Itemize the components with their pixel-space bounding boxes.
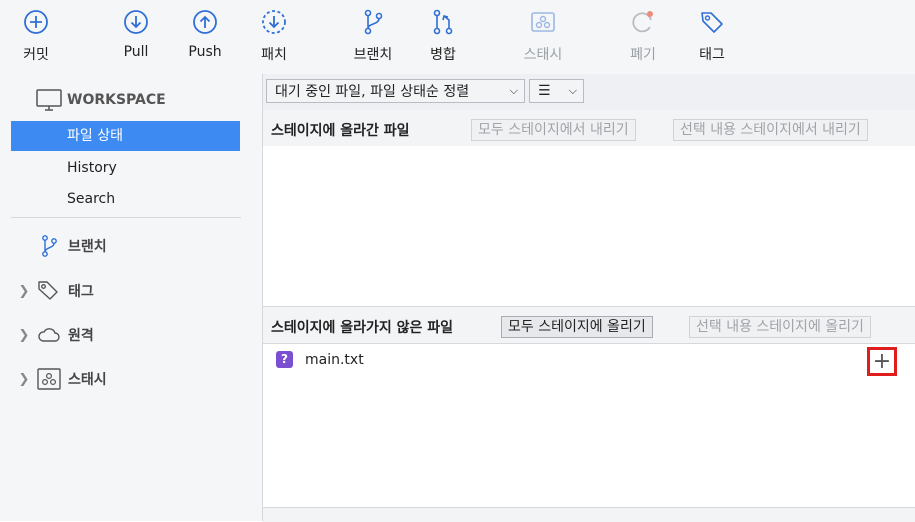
staged-file-list <box>263 146 915 306</box>
staged-section-header: 스테이지에 올라간 파일 모두 스테이지에서 내리기 선택 내용 스테이지에서 … <box>263 110 915 147</box>
branch-icon <box>42 235 57 257</box>
commit-label: 커밋 <box>23 47 49 63</box>
workspace-label: WORKSPACE <box>67 92 166 108</box>
unstage-selected-button[interactable]: 선택 내용 스테이지에서 내리기 <box>673 119 868 141</box>
toolbar: 커밋 Pull Push 패치 브랜치 병합 스태시 폐기 태그 <box>0 0 915 75</box>
workspace-header: WORKSPACE <box>35 88 166 112</box>
sort-dropdown-label: 대기 중인 파일, 파일 상태순 정렬 <box>275 84 470 100</box>
sort-dropdown[interactable]: 대기 중인 파일, 파일 상태순 정렬 ⌵ <box>266 79 525 103</box>
chevron-down-icon: ⌵ <box>509 84 518 97</box>
sidebar-item-search[interactable]: Search <box>11 184 240 214</box>
sidebar-divider <box>11 217 241 218</box>
stage-file-plus-icon[interactable]: + <box>867 347 897 376</box>
unstaged-section-header: 스테이지에 올라가지 않은 파일 모두 스테이지에 올리기 선택 내용 스테이지… <box>263 306 915 344</box>
arrow-up-circle-icon <box>193 10 217 34</box>
tag-button[interactable]: 태그 <box>680 8 744 64</box>
bottom-strip <box>263 507 915 522</box>
sidebar-item-file-status[interactable]: 파일 상태 <box>11 121 240 151</box>
list-icon: ☰ <box>538 83 551 99</box>
staged-title: 스테이지에 올라간 파일 <box>271 123 410 139</box>
tag-label: 태그 <box>699 47 725 63</box>
tag-icon <box>38 281 58 300</box>
merge-label: 병합 <box>430 47 456 63</box>
pull-label: Pull <box>123 44 149 60</box>
branches-label: 브랜치 <box>68 239 107 255</box>
push-label: Push <box>188 44 222 60</box>
chevron-right-icon[interactable]: ❯ <box>16 284 32 299</box>
stage-selected-button[interactable]: 선택 내용 스테이지에 올리기 <box>689 316 871 338</box>
chevron-down-icon: ⌵ <box>568 84 577 97</box>
unstaged-title: 스테이지에 올라가지 않은 파일 <box>271 320 454 336</box>
stash-label: 스태시 <box>523 47 563 63</box>
discard-label: 폐기 <box>630 47 656 63</box>
fetch-dashed-circle-icon <box>262 10 286 34</box>
branch-button[interactable]: 브랜치 <box>341 8 405 64</box>
arrow-down-circle-icon <box>124 10 148 34</box>
main-panel: 대기 중인 파일, 파일 상태순 정렬 ⌵ ☰ ⌵ 스테이지에 올라간 파일 모… <box>263 74 915 522</box>
sidebar-item-history[interactable]: History <box>11 153 240 183</box>
untracked-status-icon: ? <box>276 351 293 368</box>
view-mode-dropdown[interactable]: ☰ ⌵ <box>529 79 584 103</box>
sidebar: WORKSPACE 파일 상태 History Search 브랜치 ❯ 태그 … <box>0 74 263 521</box>
file-name: main.txt <box>305 352 364 368</box>
merge-button[interactable]: 병합 <box>411 8 475 64</box>
plus-circle-icon <box>24 10 48 34</box>
fetch-button[interactable]: 패치 <box>242 8 306 64</box>
branch-label: 브랜치 <box>353 47 393 63</box>
discard-button[interactable]: 폐기 <box>611 8 675 64</box>
tag-icon <box>701 12 723 33</box>
sidebar-group-tags[interactable]: ❯ 태그 <box>16 278 94 304</box>
branch-icon <box>364 9 383 35</box>
unstage-all-button[interactable]: 모두 스테이지에서 내리기 <box>471 119 636 141</box>
pull-button[interactable]: Pull <box>104 8 168 60</box>
sidebar-group-stashes[interactable]: ❯ 스태시 <box>16 366 107 392</box>
remotes-label: 원격 <box>68 328 94 344</box>
sidebar-group-remotes[interactable]: ❯ 원격 <box>16 322 94 348</box>
stash-icon <box>37 368 61 390</box>
filter-bar: 대기 중인 파일, 파일 상태순 정렬 ⌵ ☰ ⌵ <box>263 74 915 111</box>
cloud-icon <box>38 328 60 342</box>
push-button[interactable]: Push <box>173 8 237 60</box>
fetch-label: 패치 <box>261 47 287 63</box>
stage-all-button[interactable]: 모두 스테이지에 올리기 <box>501 316 653 338</box>
stashes-label: 스태시 <box>68 372 107 388</box>
stash-button[interactable]: 스태시 <box>511 8 575 64</box>
chevron-right-icon[interactable]: ❯ <box>16 328 32 343</box>
sidebar-group-branches[interactable]: 브랜치 <box>16 233 107 259</box>
chevron-right-icon[interactable]: ❯ <box>16 372 32 387</box>
stash-icon <box>531 12 555 32</box>
discard-icon <box>632 11 653 33</box>
commit-button[interactable]: 커밋 <box>4 8 68 64</box>
file-row[interactable]: ? main.txt + <box>263 346 915 378</box>
tags-label: 태그 <box>68 284 94 300</box>
merge-icon <box>433 9 453 35</box>
monitor-icon <box>36 89 62 111</box>
